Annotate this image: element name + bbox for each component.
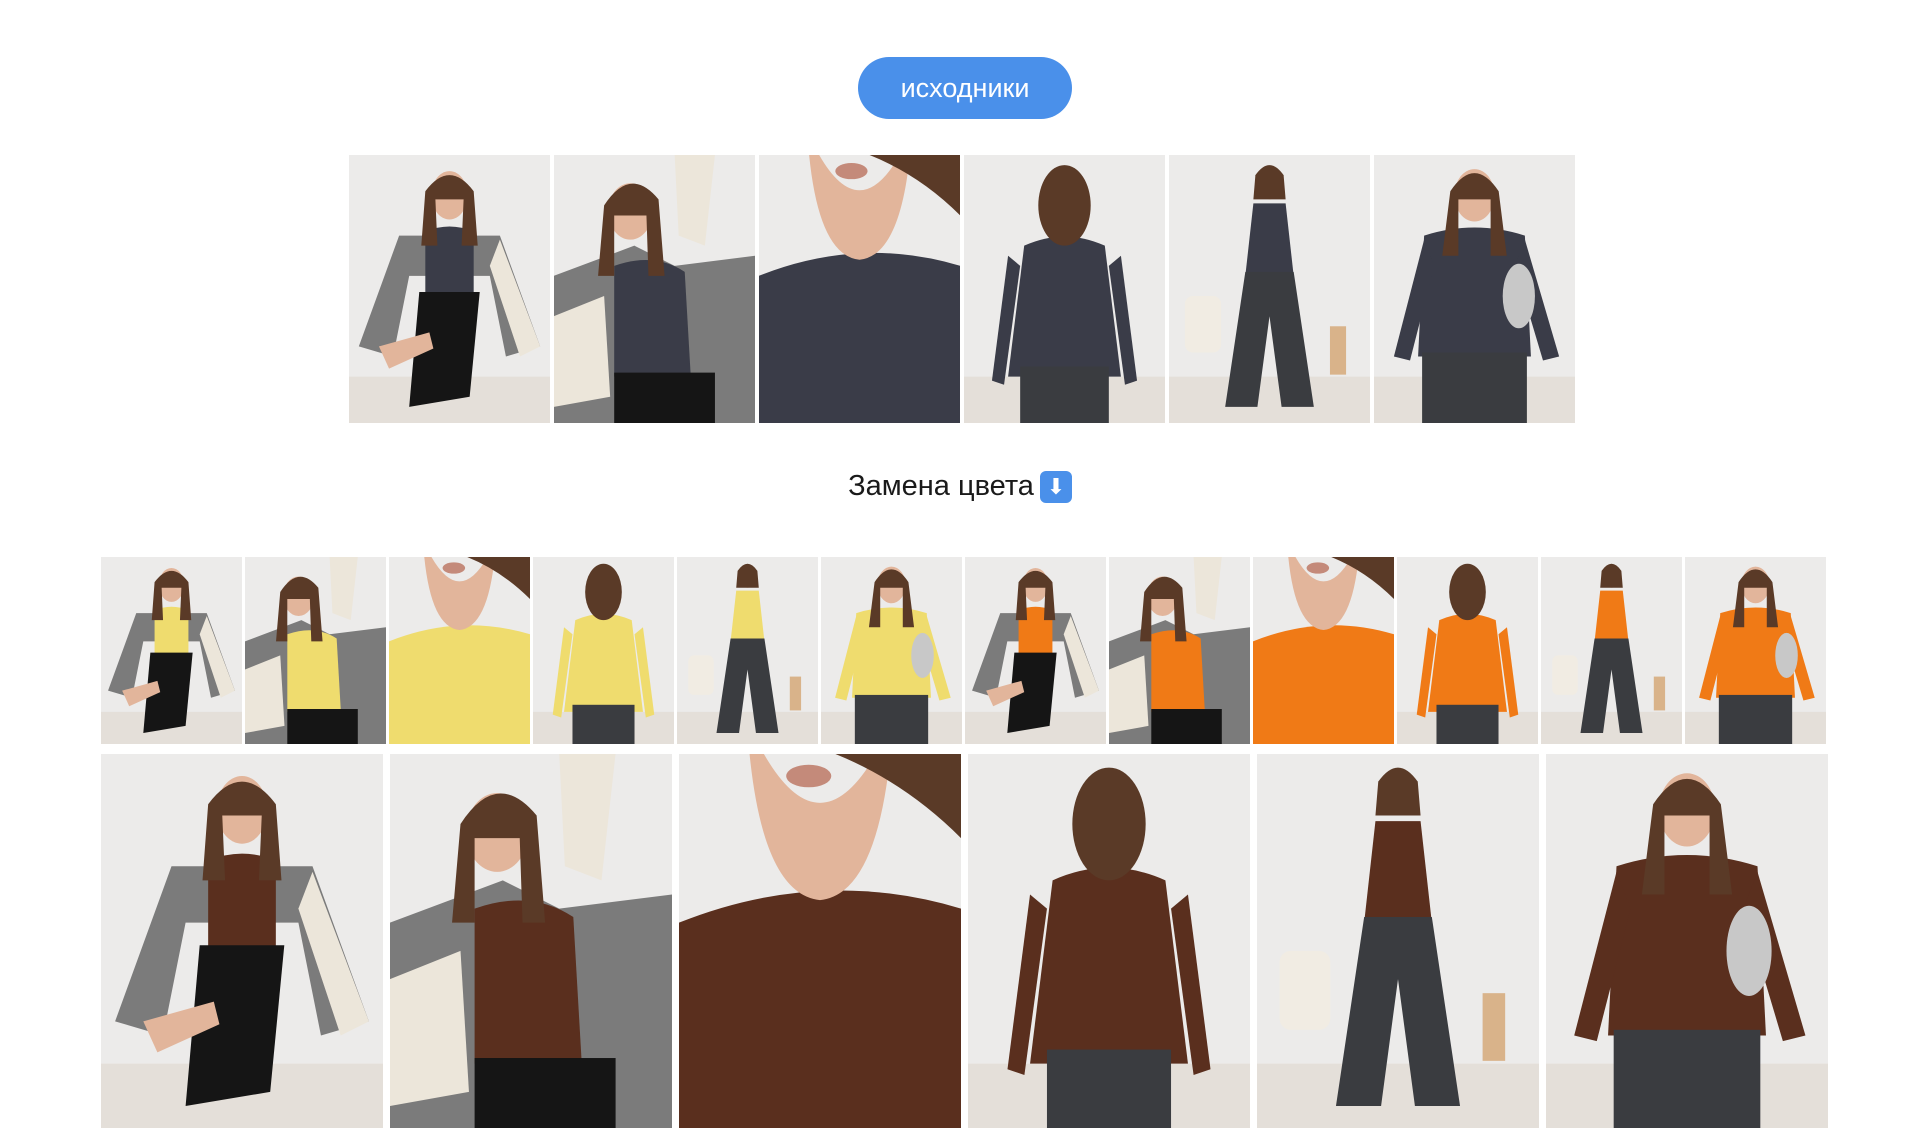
- recolored-photo[interactable]: [1257, 754, 1539, 1128]
- recolored-photo[interactable]: [677, 557, 818, 744]
- recolored-photo[interactable]: [1685, 557, 1826, 744]
- recolored-photo[interactable]: [390, 754, 672, 1128]
- recolored-photo[interactable]: [1541, 557, 1682, 744]
- section-title: Замена цвета ⬇: [0, 470, 1920, 503]
- original-photo[interactable]: [554, 155, 755, 423]
- recolored-photo[interactable]: [1109, 557, 1250, 744]
- recolored-photo[interactable]: [1253, 557, 1394, 744]
- original-photo[interactable]: [759, 155, 960, 423]
- recolored-photo[interactable]: [679, 754, 961, 1128]
- recolored-photo[interactable]: [245, 557, 386, 744]
- recolored-photo[interactable]: [1546, 754, 1828, 1128]
- recolored-photo[interactable]: [101, 754, 383, 1128]
- original-photo[interactable]: [349, 155, 550, 423]
- section-title-text: Замена цвета: [848, 470, 1034, 502]
- originals-gallery: [349, 155, 1575, 423]
- recolored-photo[interactable]: [1397, 557, 1538, 744]
- recolored-photo[interactable]: [968, 754, 1250, 1128]
- originals-button[interactable]: исходники: [858, 57, 1072, 119]
- original-photo[interactable]: [1374, 155, 1575, 423]
- recolored-gallery-large: [101, 754, 1828, 1128]
- original-photo[interactable]: [1169, 155, 1370, 423]
- recolored-photo[interactable]: [965, 557, 1106, 744]
- original-photo[interactable]: [964, 155, 1165, 423]
- recolored-photo[interactable]: [101, 557, 242, 744]
- recolored-photo[interactable]: [821, 557, 962, 744]
- down-arrow-icon: ⬇: [1039, 470, 1072, 503]
- recolored-photo[interactable]: [533, 557, 674, 744]
- recolored-gallery-small: [101, 557, 1826, 744]
- recolored-photo[interactable]: [389, 557, 530, 744]
